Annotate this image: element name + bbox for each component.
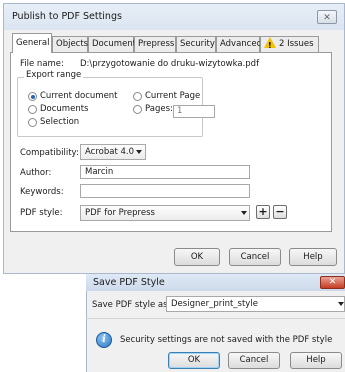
pages-input[interactable]: 1 — [173, 105, 215, 118]
author-input[interactable]: Marcin — [80, 165, 250, 179]
close-icon[interactable]: ✕ — [317, 10, 337, 24]
compatibility-dropdown[interactable]: Acrobat 4.0 — [80, 144, 146, 160]
tab-label: Prepress — [138, 39, 175, 49]
add-style-button[interactable]: + — [256, 205, 270, 219]
save-as-label: Save PDF style as: — [92, 300, 171, 310]
tab-general[interactable]: General — [12, 33, 52, 53]
pdf-style-dropdown[interactable]: PDF for Prepress — [80, 205, 250, 221]
tab-label: Advanced — [220, 39, 262, 49]
tab-label: Document — [92, 39, 137, 49]
info-icon: i — [96, 332, 112, 348]
save-ok-button[interactable]: OK — [168, 352, 220, 369]
save-dialog-title: Save PDF Style — [93, 277, 165, 288]
tab-issues[interactable]: ! 2 Issues — [260, 36, 319, 52]
radio-pages[interactable] — [133, 105, 142, 114]
compatibility-value: Acrobat 4.0 — [85, 147, 135, 157]
help-button[interactable]: Help — [289, 248, 337, 266]
radio-current-document[interactable] — [28, 92, 37, 101]
export-range-legend: Export range — [24, 70, 84, 80]
keywords-label: Keywords: — [20, 187, 64, 197]
save-cancel-button[interactable]: Cancel — [228, 352, 280, 369]
radio-label-current-document: Current document — [40, 91, 118, 101]
tab-objects[interactable]: Objects — [52, 36, 88, 52]
keywords-input[interactable] — [80, 184, 250, 198]
radio-documents[interactable] — [28, 105, 37, 114]
tab-label: Objects — [56, 39, 89, 49]
tab-prepress[interactable]: Prepress — [134, 36, 176, 52]
chevron-down-icon — [338, 302, 344, 306]
pdf-style-value: PDF for Prepress — [85, 208, 155, 218]
radio-label-documents: Documents — [40, 104, 89, 114]
tab-label: General — [16, 38, 50, 48]
chevron-down-icon — [136, 150, 142, 154]
file-name-value: D:\przygotowanie do druku-wizytowka.pdf — [80, 59, 260, 69]
radio-current-page[interactable] — [133, 92, 142, 101]
compatibility-label: Compatibility: — [20, 148, 79, 158]
save-as-value: Designer_print_style — [171, 299, 258, 309]
remove-style-button[interactable]: − — [273, 205, 287, 219]
save-as-combobox[interactable]: Designer_print_style — [166, 296, 345, 312]
info-message: Security settings are not saved with the… — [120, 335, 333, 345]
file-name-label: File name: — [20, 59, 64, 69]
warning-icon: ! — [264, 37, 276, 50]
chevron-down-icon — [241, 211, 247, 215]
radio-label-current-page: Current Page — [145, 91, 201, 101]
radio-label-selection: Selection — [40, 117, 80, 127]
tab-document[interactable]: Document — [88, 36, 137, 52]
title-bar[interactable]: Publish to PDF Settings ✕ — [4, 4, 344, 30]
ok-button[interactable]: OK — [174, 248, 220, 266]
divider — [86, 318, 345, 319]
pdf-style-label: PDF style: — [20, 208, 63, 218]
tab-label: Security — [180, 39, 215, 49]
close-icon[interactable]: ✕ — [320, 276, 345, 289]
dialog-title: Publish to PDF Settings — [12, 11, 122, 22]
tab-security[interactable]: Security — [176, 36, 216, 52]
author-label: Author: — [20, 168, 52, 178]
tab-label: 2 Issues — [279, 39, 314, 49]
tab-advanced[interactable]: Advanced — [216, 36, 262, 52]
radio-selection[interactable] — [28, 118, 37, 127]
save-help-button[interactable]: Help — [290, 352, 342, 369]
radio-label-pages: Pages: — [145, 104, 173, 114]
cancel-button[interactable]: Cancel — [229, 248, 281, 266]
